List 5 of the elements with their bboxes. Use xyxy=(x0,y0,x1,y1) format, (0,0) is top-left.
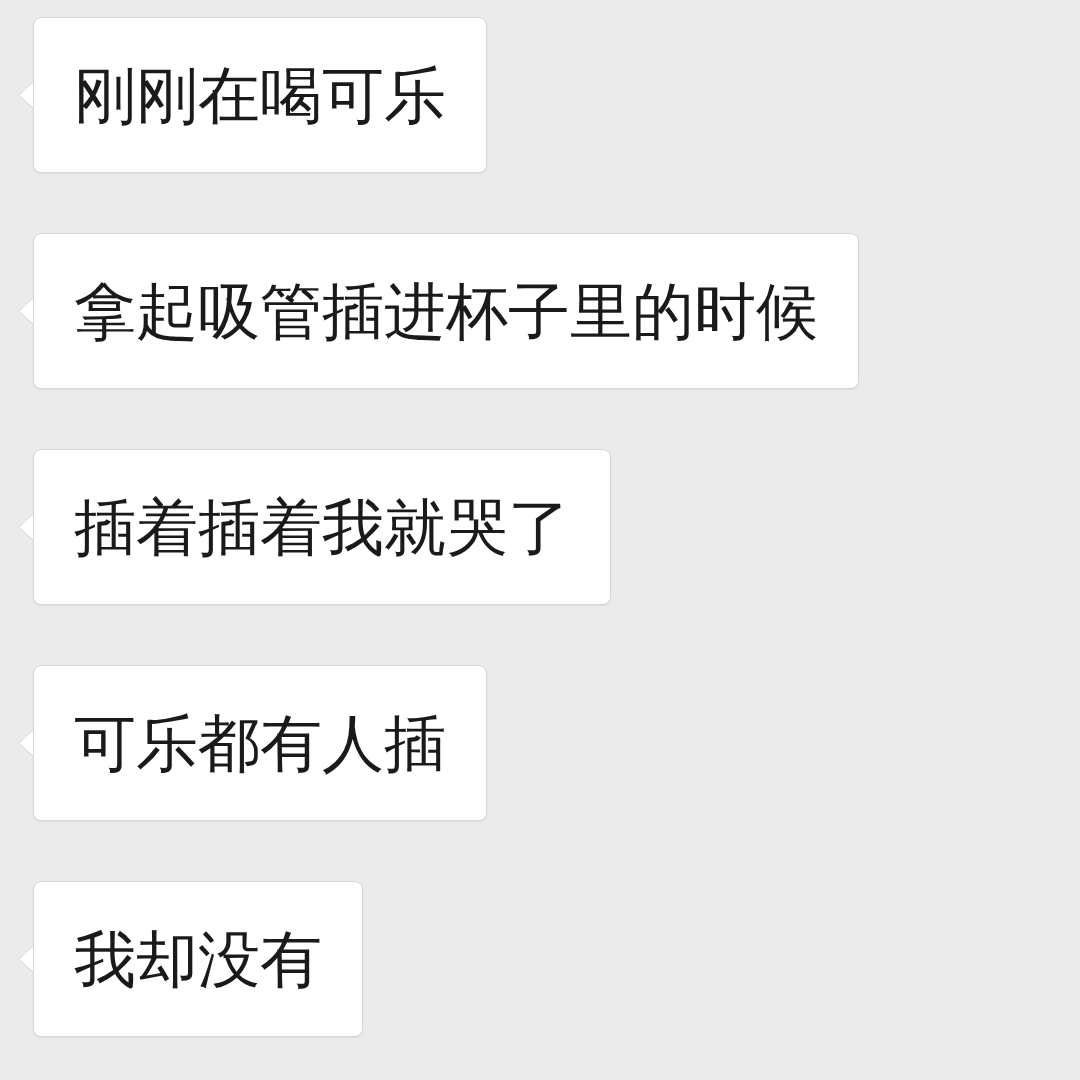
message-bubble: 插着插着我就哭了 xyxy=(33,449,611,605)
message-bubble: 拿起吸管插进杯子里的时候 xyxy=(33,233,859,389)
message-bubble: 刚刚在喝可乐 xyxy=(33,17,487,173)
message-bubble: 可乐都有人插 xyxy=(33,665,487,821)
message-bubble: 我却没有 xyxy=(33,881,363,1037)
